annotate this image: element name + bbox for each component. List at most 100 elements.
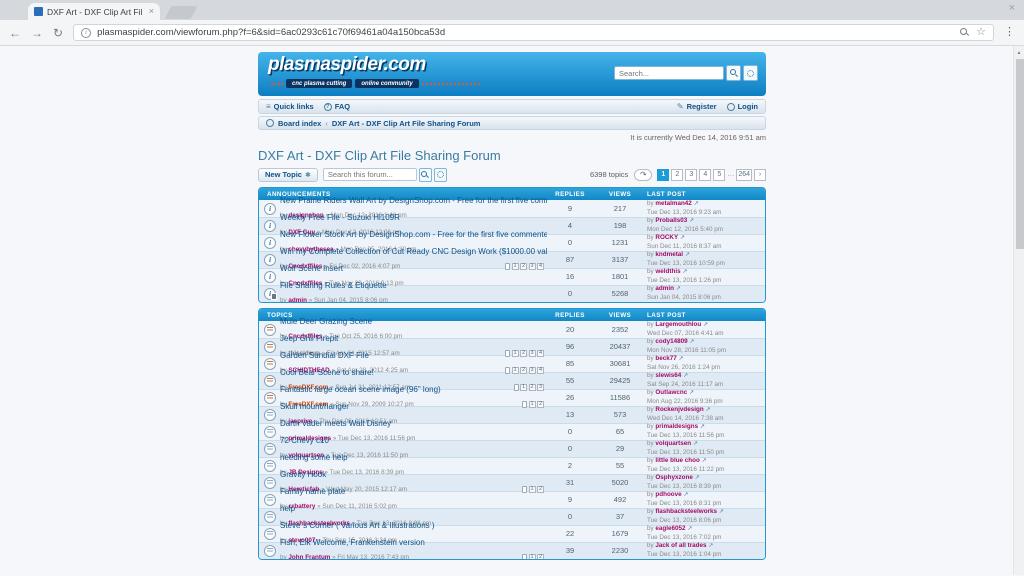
pagination-page[interactable]: 3: [685, 169, 697, 181]
goto-last-post-icon[interactable]: ↗: [694, 201, 699, 207]
topic-title-link[interactable]: Skull mount/hanger: [280, 403, 397, 411]
faq-link[interactable]: ? FAQ: [324, 102, 350, 111]
topic-author-link[interactable]: John Frantum: [288, 554, 330, 561]
goto-last-post-icon[interactable]: ↗: [682, 269, 687, 275]
pagination-next[interactable]: ›: [754, 169, 766, 181]
tab-close-icon[interactable]: ×: [149, 7, 154, 16]
goto-last-post-icon[interactable]: ↗: [719, 509, 724, 515]
topic-title-link[interactable]: Fish, Elk Welcome, Frankenstein version: [280, 539, 425, 547]
goto-last-post-icon[interactable]: ↗: [702, 458, 707, 464]
pagination-page[interactable]: 1: [657, 169, 669, 181]
goto-last-post-icon[interactable]: ↗: [679, 356, 684, 362]
topic-title-link[interactable]: Weekly Free File - Suzuki Hi109R: [280, 214, 401, 222]
goto-last-post-icon[interactable]: ↗: [689, 390, 694, 396]
goto-last-post-icon[interactable]: ↗: [708, 543, 713, 549]
topic-title-link[interactable]: File Sharing Rules & Etiquette: [280, 282, 388, 290]
topic-title-link[interactable]: help: [280, 505, 431, 513]
breadcrumb-forum[interactable]: DXF Art - DXF Clip Art File Sharing Foru…: [332, 119, 481, 128]
bookmark-star-icon[interactable]: ☆: [976, 27, 986, 38]
last-post-author-link[interactable]: Outlawcnc: [655, 389, 687, 396]
last-post-author-link[interactable]: pdhoove: [655, 491, 681, 498]
last-post-author-link[interactable]: Largemouthlou: [655, 321, 701, 328]
site-logo[interactable]: plasmaspider.com: [268, 54, 426, 76]
pagination-page[interactable]: 4: [699, 169, 711, 181]
page-info-icon[interactable]: i: [81, 28, 91, 38]
topic-page-link[interactable]: 2: [537, 554, 544, 561]
last-post-author-link[interactable]: cody14809: [655, 338, 687, 345]
scrollbar-thumb[interactable]: [1016, 59, 1024, 249]
new-topic-button[interactable]: New Topic ✱: [258, 168, 318, 182]
last-post-author-link[interactable]: Proballs03: [655, 217, 687, 224]
goto-last-post-icon[interactable]: ↗: [683, 492, 688, 498]
topic-page-link[interactable]: 1: [529, 554, 536, 561]
topic-title-link[interactable]: 72 Chevy c10: [280, 437, 408, 445]
last-post-author-link[interactable]: Jack of all trades: [655, 542, 706, 549]
last-post-author-link[interactable]: volquartsen: [655, 440, 691, 447]
register-link[interactable]: ✎ Register: [677, 102, 717, 111]
window-close-icon[interactable]: ×: [1009, 3, 1015, 14]
browser-tab[interactable]: DXF Art - DXF Clip Art Fil ×: [28, 3, 160, 20]
goto-last-post-icon[interactable]: ↗: [687, 526, 692, 532]
topic-title-link[interactable]: Gravity Hook: [280, 471, 407, 479]
goto-last-post-icon[interactable]: ↗: [705, 407, 710, 413]
forum-search-input[interactable]: [323, 168, 417, 181]
topic-title-link[interactable]: Mule Deer Grazing Scene: [280, 318, 402, 326]
topic-title-link[interactable]: Fantastic large ocean scene image (96" l…: [280, 386, 441, 394]
topic-title-link[interactable]: Win my Complete Collection of Cut Ready …: [280, 248, 547, 256]
last-post-author-link[interactable]: little blue choo: [655, 457, 699, 464]
forum-advanced-search-button[interactable]: [434, 168, 447, 182]
advanced-search-button[interactable]: [743, 65, 758, 81]
topic-title-link[interactable]: New Prairie Riders Wall Art by DesignSho…: [280, 197, 547, 205]
last-post-author-link[interactable]: metalman42: [655, 200, 691, 207]
topic-title-link[interactable]: Garden Sundial DXF File: [280, 352, 408, 360]
goto-last-post-icon[interactable]: ↗: [683, 373, 688, 379]
back-icon[interactable]: ←: [9, 27, 21, 39]
topic-title-link[interactable]: New Flower Stock Art by DesignShop.com -…: [280, 231, 547, 239]
quick-links-menu[interactable]: ≡ Quick links: [266, 102, 314, 111]
pagination-page[interactable]: 2: [671, 169, 683, 181]
last-post-author-link[interactable]: primaldesigns: [655, 423, 698, 430]
scrollbar-up-icon[interactable]: ▲: [1014, 46, 1024, 56]
last-post-author-link[interactable]: beck77: [655, 355, 676, 362]
topic-title-link[interactable]: Wolf Scene Insert: [280, 265, 404, 273]
goto-last-post-icon[interactable]: ↗: [685, 252, 690, 258]
topic-author-link[interactable]: admin: [288, 297, 307, 304]
goto-last-post-icon[interactable]: ↗: [676, 286, 681, 292]
last-post-author-link[interactable]: Rockenjvdesign: [655, 406, 703, 413]
breadcrumb-board-index[interactable]: Board index: [278, 119, 321, 128]
header-search-button[interactable]: [726, 65, 741, 81]
topic-title-link[interactable]: Darth Vader meets Walt Disney: [280, 420, 415, 428]
goto-last-post-icon[interactable]: ↗: [689, 339, 694, 345]
url-text[interactable]: plasmaspider.com/viewforum.php?f=6&sid=6…: [97, 27, 954, 38]
goto-last-post-icon[interactable]: ↗: [695, 475, 700, 481]
topic-title-link[interactable]: Family name plate: [280, 488, 397, 496]
topic-title-link[interactable]: Jeep Grill Firepit: [280, 335, 400, 343]
last-post-author-link[interactable]: ROCKY: [655, 234, 678, 241]
last-post-author-link[interactable]: eagle6052: [655, 525, 685, 532]
header-search-input[interactable]: [614, 66, 724, 80]
goto-last-post-icon[interactable]: ↗: [703, 322, 708, 328]
topic-title-link[interactable]: needing some help: [280, 454, 404, 462]
last-post-author-link[interactable]: weldthis: [655, 268, 680, 275]
goto-last-post-icon[interactable]: ↗: [700, 424, 705, 430]
last-post-author-link[interactable]: Osphyxzone: [655, 474, 692, 481]
last-post-author-link[interactable]: slewis64: [655, 372, 681, 379]
address-bar[interactable]: i plasmaspider.com/viewforum.php?f=6&sid…: [73, 24, 994, 41]
pagination-page[interactable]: 264: [736, 169, 752, 181]
scrollbar[interactable]: ▲: [1013, 46, 1024, 575]
forward-icon[interactable]: →: [31, 27, 43, 39]
zoom-search-icon[interactable]: [960, 28, 970, 38]
pagination-page[interactable]: 5: [713, 169, 725, 181]
goto-last-post-icon[interactable]: ↗: [680, 235, 685, 241]
topic-title-link[interactable]: Cool Bear Scene to share!: [280, 369, 410, 377]
new-tab-button[interactable]: [165, 6, 198, 19]
jump-to-page-button[interactable]: ↷: [634, 169, 652, 181]
refresh-icon[interactable]: ↻: [53, 27, 63, 39]
goto-last-post-icon[interactable]: ↗: [689, 218, 694, 224]
goto-last-post-icon[interactable]: ↗: [693, 441, 698, 447]
login-link[interactable]: Login: [727, 102, 758, 111]
browser-menu-icon[interactable]: ⋮: [1004, 27, 1015, 38]
last-post-author-link[interactable]: kndmetal: [655, 251, 683, 258]
topic-title-link[interactable]: Steve`s Corner ( Various Art & Illustrat…: [280, 522, 435, 530]
last-post-author-link[interactable]: admin: [655, 285, 674, 292]
